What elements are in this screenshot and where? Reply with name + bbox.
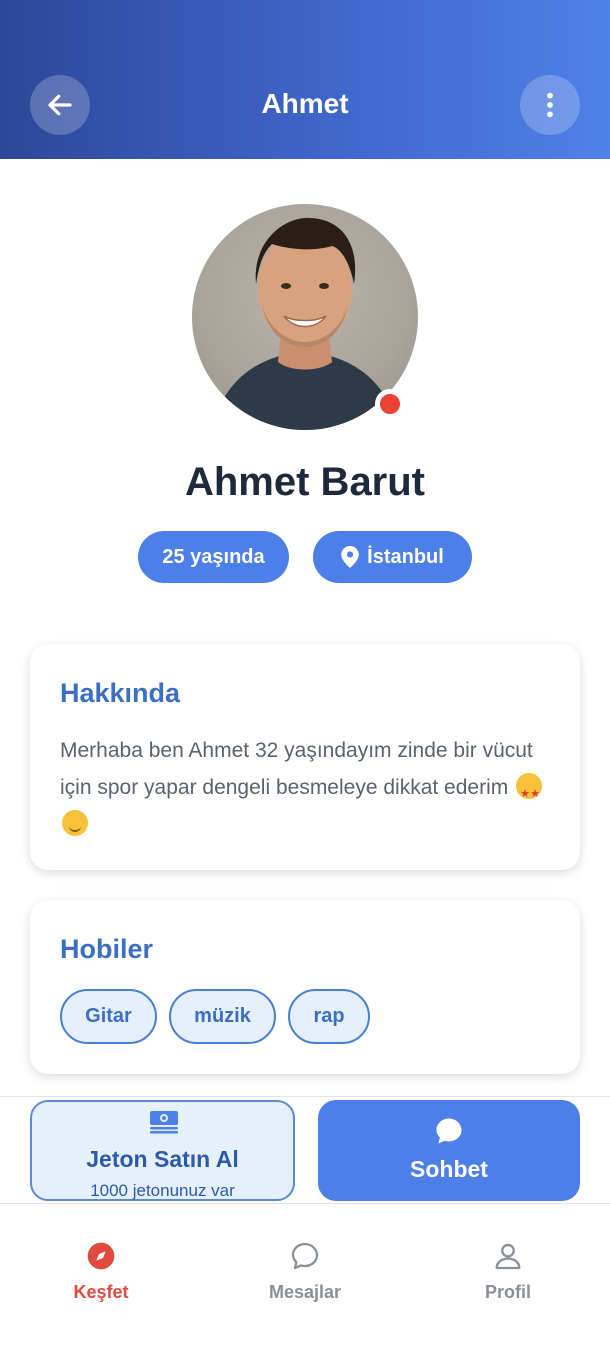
profile-avatar[interactable] — [192, 204, 418, 430]
hobbies-card: Hobiler Gitar müzik rap — [30, 900, 580, 1074]
profile-name: Ahmet Barut — [184, 460, 426, 504]
more-vertical-icon — [547, 92, 553, 118]
location-badge: İstanbul — [313, 531, 472, 583]
about-text: Merhaba ben Ahmet 32 yaşındayım zinde bi… — [60, 732, 550, 843]
hugging-face-emoji-icon — [62, 810, 88, 836]
nav-item-kesfet[interactable]: Keşfet — [31, 1240, 171, 1303]
chat-label: Sohbet — [410, 1156, 488, 1182]
money-icon — [150, 1111, 178, 1134]
hobby-chip[interactable]: Gitar — [60, 989, 157, 1044]
buy-tokens-label: Jeton Satın Al — [86, 1146, 239, 1172]
location-label: İstanbul — [367, 545, 444, 568]
age-label: 25 yaşında — [162, 545, 265, 568]
buy-tokens-button[interactable]: Jeton Satın Al 1000 jetonunuz var — [30, 1100, 295, 1201]
chat-bubble-icon — [291, 1242, 319, 1270]
nav-label-kesfet: Keşfet — [73, 1282, 129, 1302]
hobby-chip[interactable]: rap — [288, 989, 370, 1044]
about-card: Hakkında Merhaba ben Ahmet 32 yaşındayım… — [30, 644, 580, 870]
location-pin-icon — [341, 546, 359, 568]
hobbies-title: Hobiler — [60, 934, 154, 964]
more-options-button[interactable] — [520, 75, 580, 135]
hobby-chip[interactable]: müzik — [169, 989, 276, 1044]
online-status-indicator — [375, 389, 405, 419]
nav-label-mesajlar: Mesajlar — [268, 1282, 342, 1302]
star-struck-emoji-icon — [516, 773, 543, 813]
about-title: Hakkında — [60, 678, 181, 708]
bottom-nav-divider — [0, 1203, 610, 1204]
nav-item-mesajlar[interactable]: Mesajlar — [235, 1240, 375, 1303]
nav-item-profil[interactable]: Profil — [438, 1240, 578, 1303]
token-balance: 1000 jetonunuz var — [90, 1181, 235, 1200]
nav-label-profil: Profil — [484, 1282, 531, 1302]
page-title: Ahmet — [261, 88, 349, 119]
user-icon — [495, 1243, 521, 1270]
about-text-body: Merhaba ben Ahmet 32 yaşındayım zinde bi… — [60, 739, 533, 799]
divider — [0, 1096, 610, 1097]
age-badge: 25 yaşında — [138, 531, 289, 583]
compass-icon — [87, 1242, 115, 1270]
chat-button[interactable]: Sohbet — [318, 1100, 580, 1201]
chat-bubble-icon — [436, 1118, 462, 1144]
app-header: Ahmet — [0, 0, 610, 159]
